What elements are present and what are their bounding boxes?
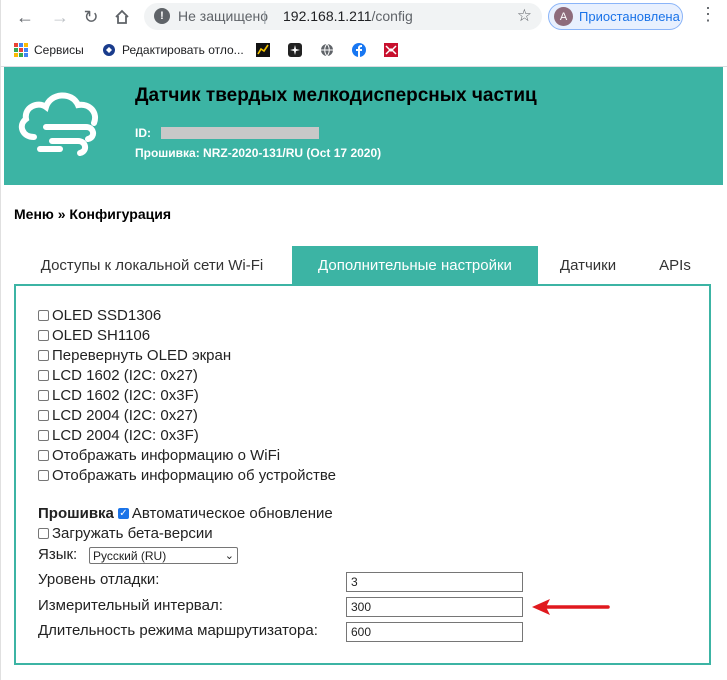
- language-label: Язык:: [38, 546, 78, 563]
- option-label: Отображать информацию о WiFi: [52, 447, 281, 464]
- tab-advanced-settings[interactable]: Дополнительные настройки: [292, 246, 538, 284]
- cloud-wind-logo-icon: [18, 92, 98, 156]
- checkbox[interactable]: [38, 330, 49, 341]
- option-label: LCD 2004 (I2C: 0x27): [52, 407, 198, 424]
- checkbox[interactable]: [38, 450, 49, 461]
- chart-icon: [256, 43, 270, 57]
- router-mode-duration-input[interactable]: 600: [346, 622, 523, 642]
- language-select[interactable]: Русский (RU) ⌄: [89, 547, 238, 564]
- tab-sensors[interactable]: Датчики: [542, 246, 634, 284]
- bookmark-apps[interactable]: Сервисы: [14, 41, 84, 59]
- firmware-version: Прошивка: NRZ-2020-131/RU (Oct 17 2020): [135, 146, 382, 160]
- sparkle-icon: [288, 43, 302, 57]
- option-label: Отображать информацию об устройстве: [52, 467, 336, 484]
- measurement-interval-input[interactable]: 300: [346, 597, 523, 617]
- option-label: OLED SH1106: [52, 327, 151, 344]
- option-show-wifi[interactable]: Отображать информацию о WiFi: [38, 447, 280, 464]
- option-label: LCD 1602 (I2C: 0x27): [52, 367, 198, 384]
- bookmark-star-icon[interactable]: ☆: [517, 6, 532, 26]
- firmware-section-label: Прошивка: [38, 505, 114, 522]
- home-icon[interactable]: [111, 6, 133, 28]
- apps-grid-icon: [14, 43, 28, 57]
- address-bar[interactable]: ! Не защищено | 192.168.1.211/config ☆: [144, 3, 542, 30]
- tab-apis[interactable]: APIs: [638, 246, 712, 284]
- checkbox[interactable]: [38, 410, 49, 421]
- bookmark-label: Редактировать отло...: [122, 43, 244, 57]
- firmware-row: Прошивка ✓ Автоматическое обновление: [38, 505, 333, 522]
- option-oled-ssd1306[interactable]: OLED SSD1306: [38, 307, 161, 324]
- option-flip-oled[interactable]: Перевернуть OLED экран: [38, 347, 231, 364]
- url-text: 192.168.1.211/config: [283, 8, 413, 24]
- auto-update-checkbox[interactable]: ✓: [117, 508, 129, 519]
- bookmark-label: Сервисы: [34, 43, 84, 57]
- bookmark-page-icon: [103, 44, 115, 56]
- security-label: Не защищено: [178, 8, 268, 24]
- option-beta[interactable]: Загружать бета-версии: [38, 525, 213, 542]
- option-oled-sh1106[interactable]: OLED SH1106: [38, 327, 150, 344]
- auto-update-label: Автоматическое обновление: [131, 505, 333, 522]
- browser-toolbar: ← → ↻ ! Не защищено | 192.168.1.211/conf…: [0, 0, 727, 68]
- chevron-down-icon: ⌄: [224, 550, 234, 562]
- page-title: Датчик твердых мелкодисперсных частиц: [135, 85, 537, 106]
- option-label: OLED SSD1306: [52, 307, 162, 324]
- annotation-arrow-icon: [532, 599, 610, 615]
- info-icon[interactable]: !: [154, 8, 170, 24]
- facebook-icon: [352, 43, 366, 57]
- mail-icon: [384, 43, 398, 57]
- bookmark-mail[interactable]: [384, 41, 404, 59]
- bookmark-globe[interactable]: [320, 41, 340, 59]
- router-mode-duration-label: Длительность режима маршрутизатора:: [38, 622, 318, 639]
- option-label: LCD 2004 (I2C: 0x3F): [52, 427, 199, 444]
- option-lcd1602-27[interactable]: LCD 1602 (I2C: 0x27): [38, 367, 198, 384]
- url-path: /config: [371, 8, 413, 24]
- device-id-redacted: [161, 127, 319, 139]
- tab-wifi-access[interactable]: Доступы к локальной сети Wi-Fi: [14, 246, 290, 284]
- url-separator: |: [263, 8, 267, 24]
- option-lcd2004-3f[interactable]: LCD 2004 (I2C: 0x3F): [38, 427, 199, 444]
- checkbox[interactable]: [38, 310, 49, 321]
- bookmark-sparkle[interactable]: [288, 41, 308, 59]
- avatar: А: [554, 7, 573, 26]
- bookmark-edit[interactable]: Редактировать отло...: [102, 41, 244, 59]
- bookmark-chart[interactable]: [256, 41, 276, 59]
- profile-button[interactable]: А Приостановлена: [548, 3, 683, 30]
- checkbox[interactable]: [38, 470, 49, 481]
- breadcrumb: Меню » Конфигурация: [14, 206, 171, 222]
- url-host: 192.168.1.211: [283, 8, 372, 24]
- back-icon[interactable]: ←: [14, 6, 36, 28]
- option-lcd2004-27[interactable]: LCD 2004 (I2C: 0x27): [38, 407, 198, 424]
- beta-checkbox[interactable]: [38, 528, 49, 539]
- forward-icon[interactable]: →: [49, 6, 71, 28]
- page-header: Датчик твердых мелкодисперсных частиц ID…: [4, 67, 723, 185]
- measurement-interval-label: Измерительный интервал:: [38, 597, 223, 614]
- window-edge: [0, 0, 1, 680]
- beta-label: Загружать бета-версии: [52, 525, 213, 542]
- checkbox[interactable]: [38, 390, 49, 401]
- option-lcd1602-3f[interactable]: LCD 1602 (I2C: 0x3F): [38, 387, 199, 404]
- profile-status: Приостановлена: [579, 9, 680, 24]
- checkbox[interactable]: [38, 370, 49, 381]
- checkbox[interactable]: [38, 430, 49, 441]
- option-show-device[interactable]: Отображать информацию об устройстве: [38, 467, 336, 484]
- device-id-label: ID:: [135, 126, 151, 140]
- checkbox[interactable]: [38, 350, 49, 361]
- debug-level-input[interactable]: 3: [346, 572, 523, 592]
- option-label: LCD 1602 (I2C: 0x3F): [52, 387, 199, 404]
- reload-icon[interactable]: ↻: [80, 6, 102, 28]
- debug-level-label: Уровень отладки:: [38, 571, 160, 588]
- globe-icon: [321, 43, 333, 57]
- bookmarks-bar: Сервисы Редактировать отло...: [0, 36, 727, 64]
- option-label: Перевернуть OLED экран: [52, 347, 232, 364]
- language-value: Русский (RU): [93, 548, 167, 563]
- menu-dots-icon[interactable]: ⋮: [699, 4, 717, 25]
- bookmark-facebook[interactable]: [352, 41, 372, 59]
